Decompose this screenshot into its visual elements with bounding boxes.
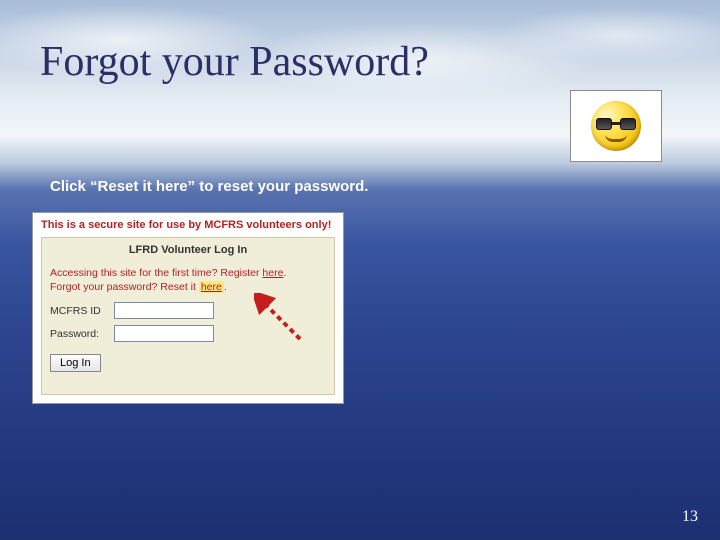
slide-title: Forgot your Password? xyxy=(40,38,429,86)
login-panel-screenshot: This is a secure site for use by MCFRS v… xyxy=(32,212,344,404)
reset-here-link[interactable]: here xyxy=(199,281,224,293)
instruction-text: Click “Reset it here” to reset your pass… xyxy=(50,178,368,195)
form-header: LFRD Volunteer Log In xyxy=(50,244,326,256)
register-here-link[interactable]: here xyxy=(262,267,283,279)
register-line: Accessing this site for the first time? … xyxy=(50,266,326,280)
id-label: MCFRS ID xyxy=(50,305,108,317)
instruction-bold: here” xyxy=(156,178,195,195)
page-number: 13 xyxy=(682,508,698,526)
mcfrs-id-input[interactable] xyxy=(114,302,214,319)
instruction-suffix: to reset your password. xyxy=(195,178,368,195)
cool-smiley-icon xyxy=(591,101,641,151)
login-form: LFRD Volunteer Log In Accessing this sit… xyxy=(41,237,335,395)
log-in-button[interactable]: Log In xyxy=(50,354,101,372)
password-row: Password: xyxy=(50,325,326,342)
secure-site-note: This is a secure site for use by MCFRS v… xyxy=(41,219,335,231)
password-label: Password: xyxy=(50,328,108,340)
helper-links: Accessing this site for the first time? … xyxy=(50,266,326,294)
password-input[interactable] xyxy=(114,325,214,342)
reset-line: Forgot your password? Reset it here. xyxy=(50,280,326,294)
slide: Forgot your Password? Click “Reset it he… xyxy=(0,0,720,540)
instruction-prefix: Click “Reset it xyxy=(50,178,156,195)
emoji-image xyxy=(570,90,662,162)
id-row: MCFRS ID xyxy=(50,302,326,319)
